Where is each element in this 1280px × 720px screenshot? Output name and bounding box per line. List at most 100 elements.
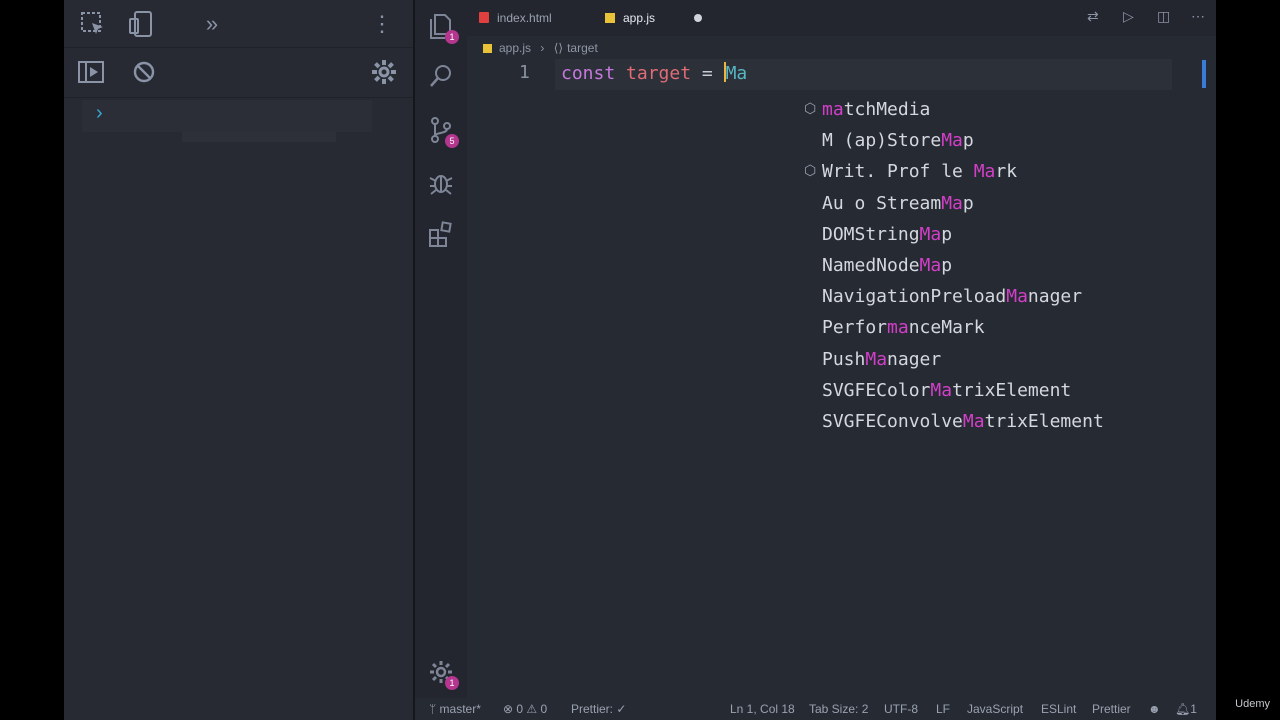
vscode-window: 1 5 1 index.html app.js ⇄ ▷ ◫ ⋯ app.js ›… <box>415 0 1216 720</box>
error-icon: ⊗ <box>503 702 517 716</box>
notifications[interactable]: 🔔︎1 <box>1175 698 1197 720</box>
device-toolbar-icon[interactable] <box>126 10 156 38</box>
tab-size[interactable]: Tab Size: 2 <box>809 698 868 720</box>
breadcrumb: app.js › ⟨⟩ target <box>483 38 598 58</box>
suggestion-label: M (ap)StoreMap <box>822 130 974 152</box>
status-bar: ᛘ master* ⊗ 0 ⚠ 0 Prettier: ✓ Ln 1, Col … <box>415 698 1216 720</box>
search-icon[interactable] <box>427 62 455 90</box>
devtools-toolbar: » ⋮ <box>64 0 414 48</box>
prettier-status-left[interactable]: Prettier: ✓ <box>571 698 626 720</box>
more-actions-icon[interactable]: ⋯ <box>1191 8 1205 25</box>
explorer-icon[interactable]: 1 <box>427 12 459 44</box>
warning-count: 0 <box>540 702 548 716</box>
feedback-icon[interactable]: ☻ <box>1148 698 1161 720</box>
line-number: 1 <box>519 62 530 83</box>
encoding[interactable]: UTF-8 <box>884 698 918 720</box>
explorer-badge: 1 <box>445 30 459 44</box>
suggestion-label: PushManager <box>822 348 942 370</box>
match-highlight: Ma <box>941 130 963 152</box>
debug-icon[interactable] <box>427 168 455 196</box>
typed-text: Ma <box>725 63 748 84</box>
code-line[interactable]: const target = Ma <box>561 62 747 84</box>
activity-bar: 1 5 1 <box>415 0 467 698</box>
notification-count: 1 <box>1190 702 1197 716</box>
git-branch[interactable]: ᛘ master* <box>429 698 481 720</box>
keyword: const <box>561 63 616 84</box>
suggestion-label: SVGFEConvolveMatrixElement <box>822 410 1104 432</box>
gear-icon[interactable] <box>370 58 398 86</box>
suggestion-label: NamedNodeMap <box>822 254 953 276</box>
suggestion-item[interactable]: NamedNodeMap <box>804 250 1224 281</box>
match-highlight: Ma <box>1006 286 1028 308</box>
suggestion-item[interactable]: DOMStringMap <box>804 219 1224 250</box>
settings-gear-icon[interactable]: 1 <box>427 658 459 690</box>
inspect-element-icon[interactable] <box>78 10 108 38</box>
suggestion-item[interactable]: PushManager <box>804 344 1224 375</box>
suggestion-label: Writ. Prof le Mark <box>822 161 1018 183</box>
suggestion-label: matchMedia <box>822 99 931 120</box>
match-highlight: Ma <box>919 254 942 276</box>
end-of-line[interactable]: LF <box>936 698 950 720</box>
cursor-position[interactable]: Ln 1, Col 18 <box>730 698 795 720</box>
breadcrumb-separator-icon: › <box>540 41 545 55</box>
run-icon[interactable]: ▷ <box>1123 8 1134 25</box>
prettier-status-right[interactable]: Prettier <box>1092 698 1131 720</box>
branch-icon: ᛘ <box>429 702 440 716</box>
scrollbar-marker[interactable] <box>1202 60 1206 88</box>
operator: = <box>701 63 713 84</box>
suggestion-label: PerformanceMark <box>822 317 985 339</box>
match-highlight: Ma <box>865 348 888 370</box>
suggestion-item[interactable]: M (ap)StoreMap <box>804 125 1224 156</box>
breadcrumb-symbol[interactable]: target <box>567 41 598 55</box>
suggestion-item[interactable]: SVGFEColorMatrixElement <box>804 375 1224 406</box>
extensions-icon[interactable] <box>427 220 455 248</box>
problems-indicator[interactable]: ⊗ 0 ⚠ 0 <box>503 698 547 720</box>
variable-icon: ⟨⟩ <box>553 41 564 55</box>
suggestion-label: DOMStringMap <box>822 223 953 245</box>
unsaved-dot-icon[interactable] <box>694 14 702 22</box>
error-count: 0 <box>516 702 524 716</box>
match-highlight: ma <box>822 99 844 120</box>
suggestion-item[interactable]: PerformanceMark <box>804 312 1224 343</box>
tab-index-html[interactable]: index.html <box>479 0 552 36</box>
suggestion-widget[interactable]: ⬡ matchMedia M (ap)StoreMap ⬡ Writ. Prof le … <box>804 94 1224 437</box>
js-file-icon <box>483 44 492 53</box>
html-file-icon <box>479 12 489 23</box>
settings-badge: 1 <box>445 676 459 690</box>
suggestion-item[interactable]: SVGFEConvolveMatrixElement <box>804 406 1224 437</box>
clear-console-icon[interactable] <box>130 58 158 86</box>
more-panels-icon[interactable]: » <box>198 10 226 38</box>
split-editor-icon[interactable]: ◫ <box>1157 8 1170 25</box>
match-highlight: Ma <box>941 192 963 214</box>
suggestion-label: Au o StreamMap <box>822 192 974 214</box>
suggestion-label: SVGFEColorMatrixElement <box>822 379 1072 401</box>
console-prompt-icon: › <box>96 102 103 124</box>
match-highlight: Ma <box>930 379 953 401</box>
suggestion-item[interactable]: ⬡ matchMedia <box>804 94 1224 125</box>
tab-label: app.js <box>623 11 656 25</box>
suggestion-item[interactable]: Au o StreamMap <box>804 188 1224 219</box>
console-toolbar: top <box>64 48 414 142</box>
branch-label: master* <box>439 702 481 716</box>
compare-icon[interactable]: ⇄ <box>1087 8 1099 25</box>
match-highlight: Ma <box>962 410 985 432</box>
suggestion-item[interactable]: NavigationPreloadManager <box>804 281 1224 312</box>
editor-tabs: index.html app.js ⇄ ▷ ◫ ⋯ <box>467 0 1216 36</box>
suggestion-kind-icon: ⬡ <box>804 163 817 180</box>
js-file-icon <box>605 13 615 23</box>
match-highlight: ma <box>887 317 909 339</box>
tab-app-js[interactable]: app.js <box>605 0 655 36</box>
source-control-icon[interactable]: 5 <box>427 116 459 148</box>
warning-icon: ⚠ <box>526 702 541 716</box>
eslint-status[interactable]: ESLint <box>1041 698 1076 720</box>
kebab-menu-icon[interactable]: ⋮ <box>371 10 393 38</box>
sidebar-toggle-icon[interactable] <box>76 58 106 86</box>
identifier: target <box>626 63 692 84</box>
language-mode[interactable]: JavaScript <box>967 698 1023 720</box>
suggestion-item[interactable]: ⬡ Writ. Prof le Mark <box>804 156 1224 187</box>
bell-icon: 🔔︎ <box>1175 702 1191 716</box>
code-editor[interactable]: 1 const target = Ma ⬡ matchMedia M (ap)Sto… <box>467 58 1216 698</box>
breadcrumb-file[interactable]: app.js <box>499 41 531 55</box>
console-input[interactable]: › <box>82 100 372 132</box>
tab-label: index.html <box>497 11 552 25</box>
